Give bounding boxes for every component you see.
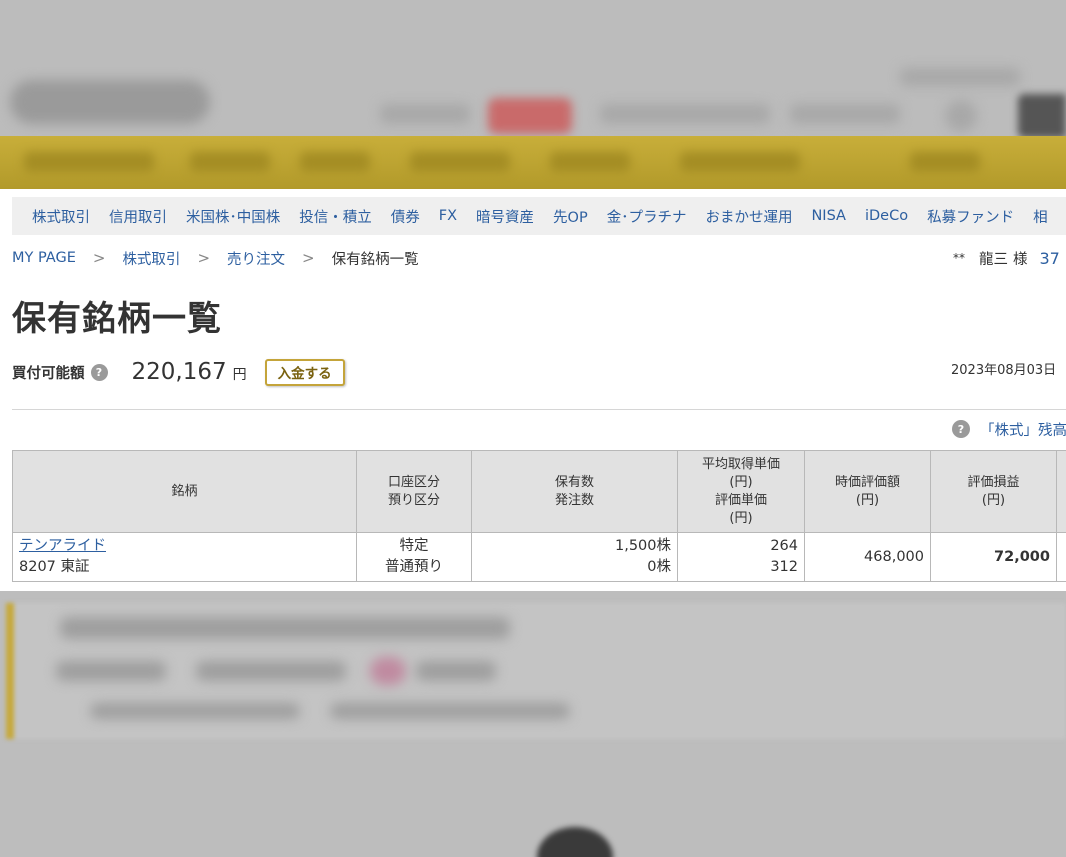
table-row: テンアライド 8207 東証 特定 普通預り 1,500株 0株 264 312…: [12, 532, 1066, 582]
stock-name-link[interactable]: テンアライド: [19, 538, 106, 554]
main-panel: 株式取引 信用取引 米国株･中国株 投信・積立 債券 FX 暗号資産 先OP 金…: [0, 189, 1066, 591]
header-account: 口座区分 預り区分: [356, 450, 472, 533]
cell-truncated: [1056, 532, 1066, 582]
section-divider: [12, 409, 1066, 410]
breadcrumb-separator: >: [302, 249, 315, 267]
nav-item-crypto[interactable]: 暗号資産: [476, 206, 534, 227]
cell-quantity: 1,500株 0株: [471, 532, 678, 582]
nav-item-futures-options[interactable]: 先OP: [553, 206, 588, 227]
blurred-chat-button: [537, 827, 613, 857]
header-quantity: 保有数 発注数: [471, 450, 678, 533]
page-title: 保有銘柄一覧: [12, 299, 222, 339]
cell-profit-loss: 72,000: [930, 532, 1057, 582]
breadcrumb-separator: >: [92, 249, 106, 267]
blurred-global-menu: [0, 136, 1066, 189]
nav-item-ideco[interactable]: iDeCo: [865, 208, 908, 224]
table-header-row: 銘柄 口座区分 預り区分 保有数 発注数 平均取得単価 (円) 評価単価 (円) 時価評価…: [12, 450, 1066, 533]
breadcrumb: MY PAGE > 株式取引 > 売り注文 > 保有銘柄一覧: [12, 247, 419, 269]
nav-item-nisa[interactable]: NISA: [811, 208, 846, 224]
nav-item-us-china-stocks[interactable]: 米国株･中国株: [186, 206, 280, 227]
blurred-lower-content: [0, 591, 1066, 857]
cell-average-cost: 264 312: [677, 532, 805, 582]
breadcrumb-current: 保有銘柄一覧: [331, 251, 419, 268]
user-number-link[interactable]: 37: [1040, 249, 1060, 268]
blurred-login-button: [1018, 94, 1066, 138]
nav-item-private-fund[interactable]: 私募ファンド: [927, 206, 1014, 227]
cell-market-value: 468,000: [804, 532, 931, 582]
user-honorific: 様: [1013, 251, 1028, 268]
help-icon[interactable]: ?: [90, 363, 108, 381]
stock-code-market: 8207 東証: [19, 559, 90, 575]
cell-stock: テンアライド 8207 東証: [12, 532, 357, 582]
buying-power-label: 買付可能額: [12, 365, 85, 382]
header-truncated: [1056, 450, 1066, 533]
blurred-site-header: [0, 0, 1066, 189]
nav-item-truncated[interactable]: 相: [1033, 206, 1048, 227]
stock-balance-link-text[interactable]: 「株式」残高: [980, 419, 1066, 440]
as-of-date: 2023年08月03日: [951, 363, 1057, 378]
nav-item-bonds[interactable]: 債券: [391, 206, 420, 227]
user-name: 龍三: [979, 251, 1008, 268]
product-nav: 株式取引 信用取引 米国株･中国株 投信・積立 債券 FX 暗号資産 先OP 金…: [12, 197, 1066, 235]
nav-item-robo-advisor[interactable]: おまかせ運用: [705, 206, 792, 227]
breadcrumb-mypage[interactable]: MY PAGE: [12, 250, 76, 266]
stock-balance-link[interactable]: ? 「株式」残高: [952, 418, 1066, 440]
header-average-cost: 平均取得単価 (円) 評価単価 (円): [677, 450, 805, 533]
holdings-table: 銘柄 口座区分 預り区分 保有数 発注数 平均取得単価 (円) 評価単価 (円) 時価評価…: [12, 450, 1066, 582]
blurred-pink-badge: [370, 657, 406, 685]
header-profit-loss: 評価損益 (円): [930, 450, 1057, 533]
user-masked-name: **: [953, 251, 965, 265]
header-stock: 銘柄: [12, 450, 357, 533]
breadcrumb-sell-order[interactable]: 売り注文: [227, 248, 285, 269]
site-logo: [10, 80, 210, 124]
nav-item-fx[interactable]: FX: [439, 208, 457, 224]
blurred-red-button: [488, 98, 572, 134]
breadcrumb-stock-trading[interactable]: 株式取引: [122, 248, 180, 269]
nav-item-funds[interactable]: 投信・積立: [299, 206, 372, 227]
breadcrumb-separator: >: [197, 249, 211, 267]
nav-item-margin[interactable]: 信用取引: [109, 206, 167, 227]
user-area: ** 龍三 様 37: [953, 247, 1060, 269]
header-market-value: 時価評価額 (円): [804, 450, 931, 533]
nav-item-gold-platinum[interactable]: 金･プラチナ: [607, 206, 687, 227]
buying-power-amount: 220,167: [131, 359, 227, 385]
cell-account: 特定 普通預り: [356, 532, 472, 582]
buying-power-row: 買付可能額 ? 220,167 円 入金する: [12, 357, 345, 387]
deposit-button[interactable]: 入金する: [264, 358, 345, 386]
nav-item-stocks[interactable]: 株式取引: [32, 206, 90, 227]
help-icon[interactable]: ?: [952, 420, 970, 438]
buying-power-unit: 円: [232, 367, 247, 383]
